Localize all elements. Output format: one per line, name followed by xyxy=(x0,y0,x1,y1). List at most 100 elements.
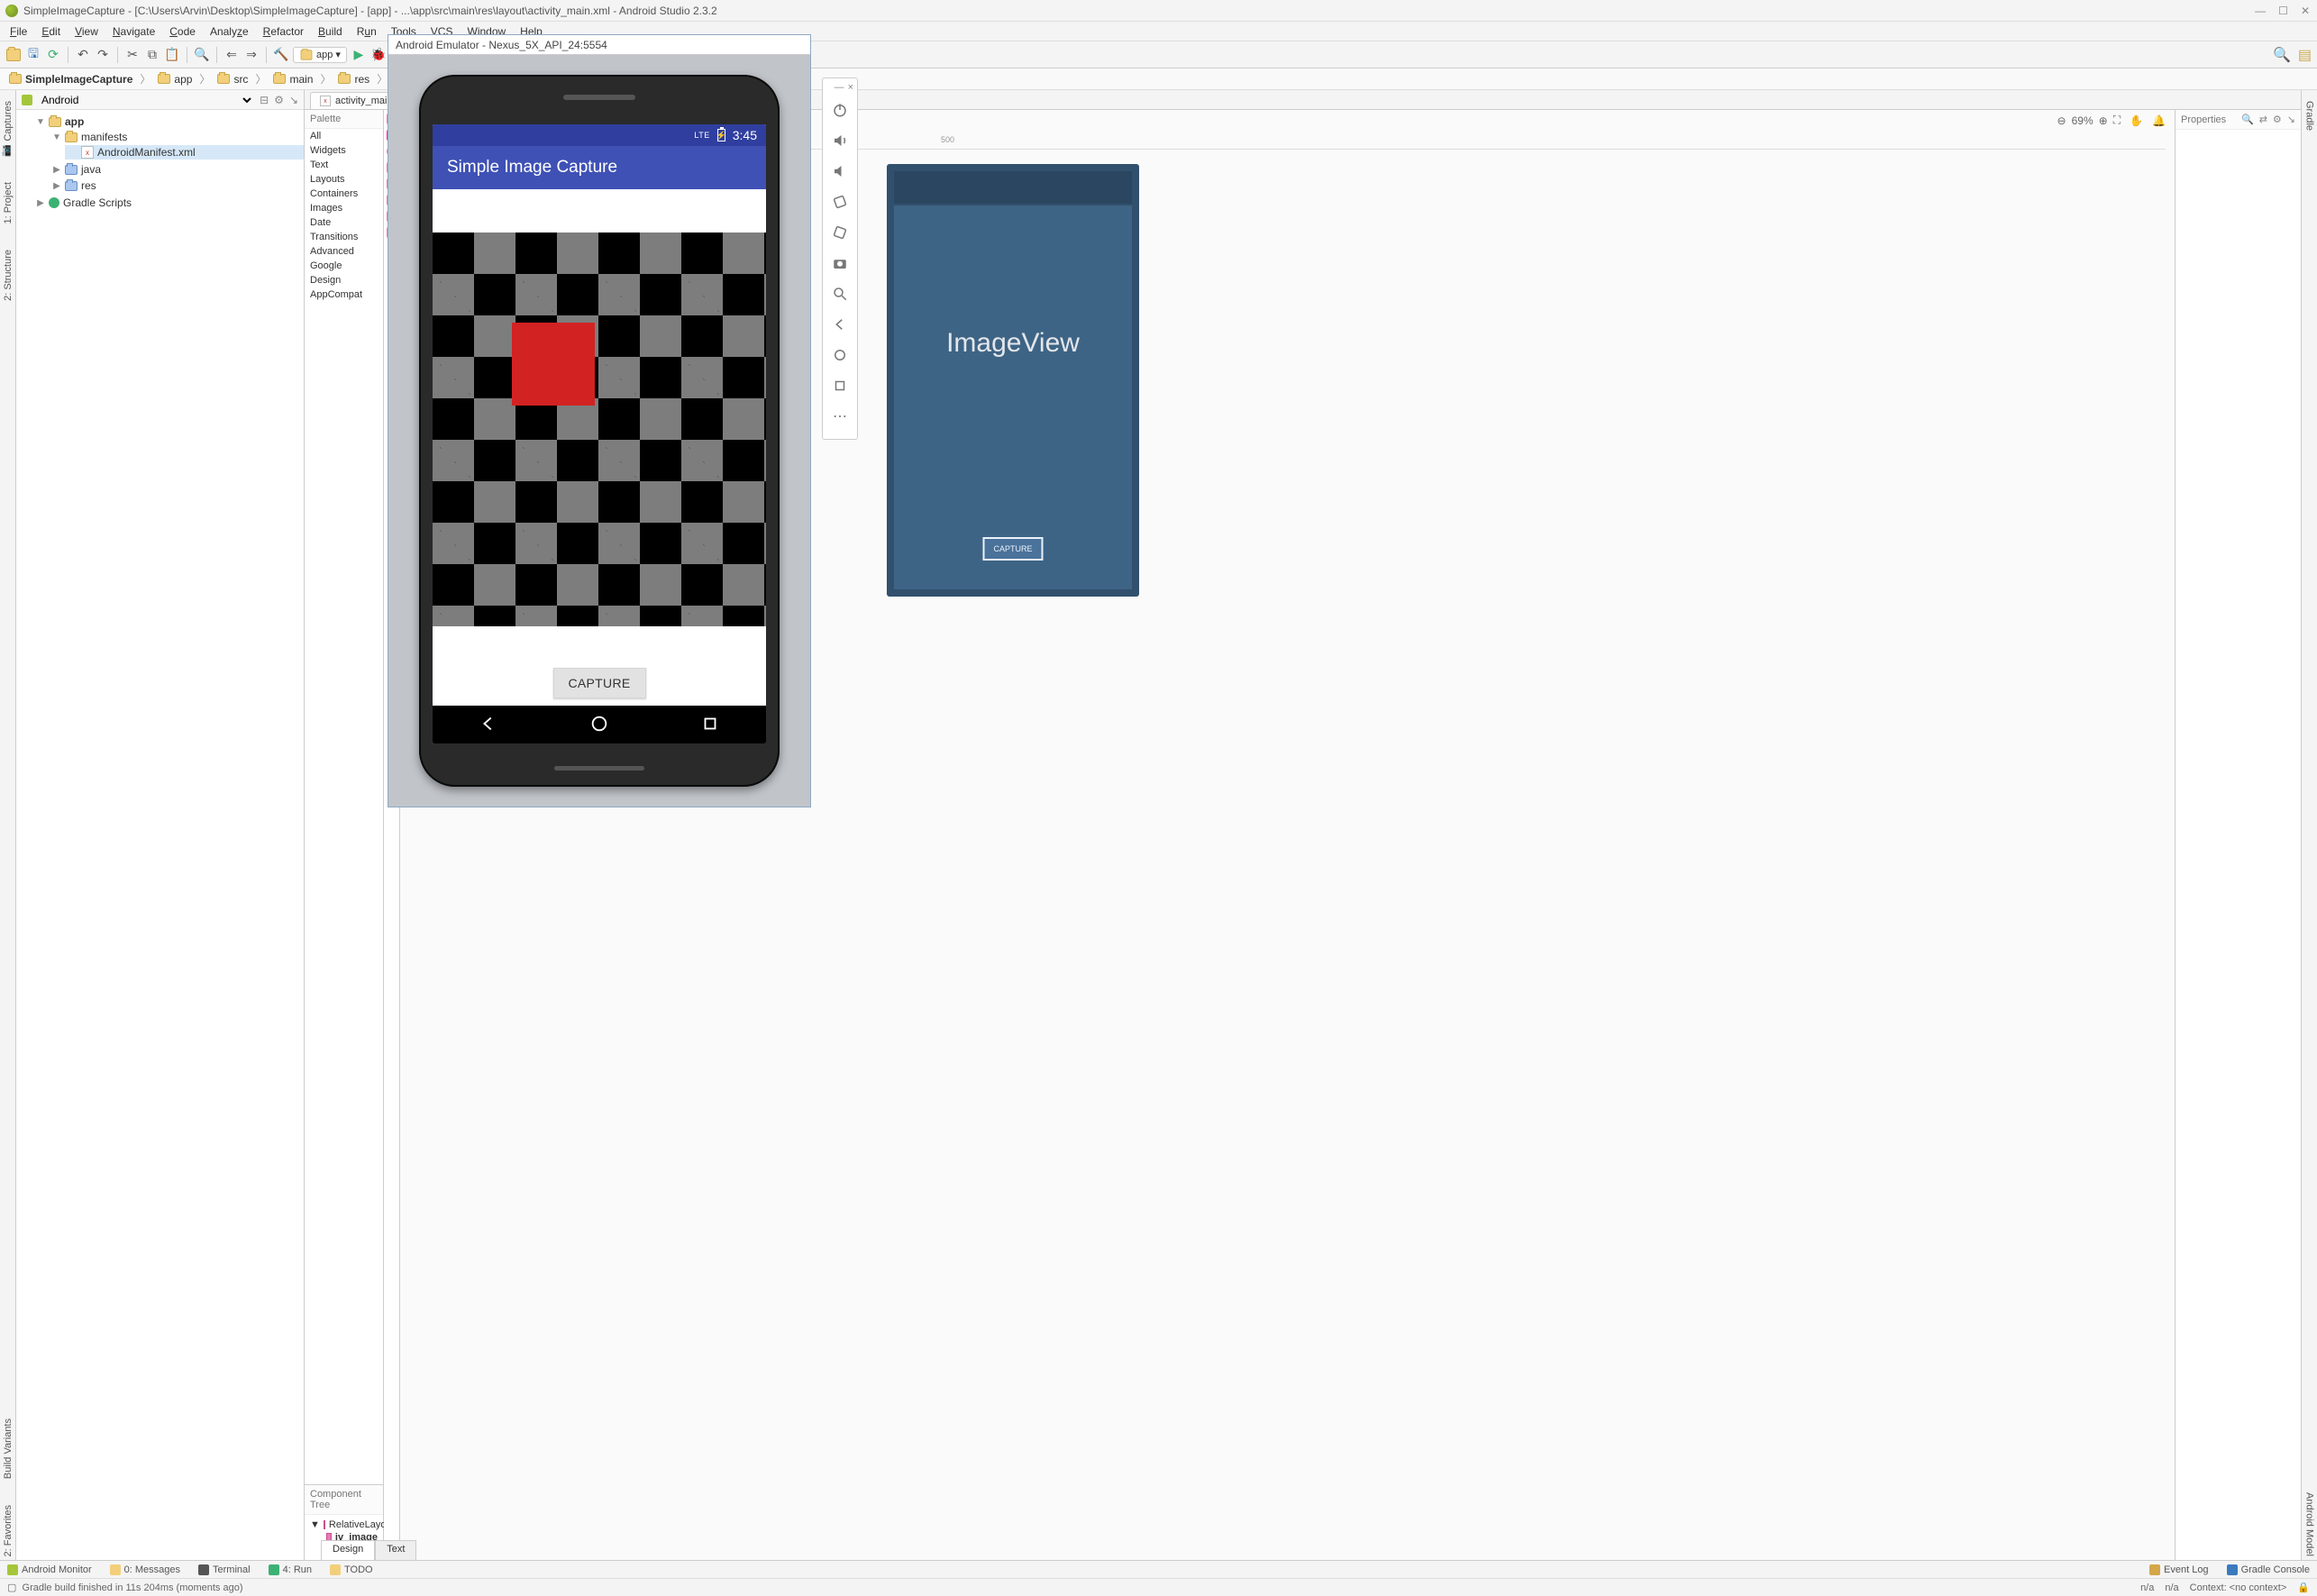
debug-icon[interactable]: 🐞 xyxy=(370,47,387,63)
crumb-main[interactable]: main xyxy=(269,72,316,87)
emu-rotate-right-icon[interactable] xyxy=(824,217,856,248)
project-view-selector[interactable]: Android xyxy=(38,93,254,107)
emu-home-icon[interactable] xyxy=(824,340,856,370)
palette-transitions[interactable]: Transitions xyxy=(305,230,383,244)
menu-file[interactable]: File xyxy=(4,23,33,40)
folder-java[interactable]: ▶java xyxy=(49,162,304,177)
emu-overview-icon[interactable] xyxy=(824,370,856,401)
tw-event-log[interactable]: Event Log xyxy=(2149,1564,2209,1575)
close-button[interactable]: ✕ xyxy=(2301,5,2310,17)
tab-design[interactable]: Design xyxy=(321,1540,375,1560)
zoom-fit-icon[interactable]: ⛶ xyxy=(2113,114,2121,127)
crumb-app[interactable]: app xyxy=(154,72,196,87)
palette-groups[interactable]: All Widgets Text Layouts Containers Imag… xyxy=(305,129,383,302)
copy-icon[interactable]: ⧉ xyxy=(144,47,160,63)
tw-run[interactable]: 4: Run xyxy=(269,1564,312,1575)
save-icon[interactable]: 🖫 xyxy=(25,47,41,63)
redo-icon[interactable]: ↷ xyxy=(95,47,111,63)
search-everywhere[interactable]: 🔍▤ xyxy=(2273,46,2312,64)
prop-settings-icon[interactable]: ⚙ xyxy=(2273,114,2282,125)
menu-view[interactable]: View xyxy=(68,23,105,40)
prop-hide-icon[interactable]: ↘ xyxy=(2287,114,2295,125)
emu-screenshot-icon[interactable] xyxy=(824,248,856,278)
crumb-res[interactable]: res xyxy=(334,72,373,87)
menu-analyze[interactable]: Analyze xyxy=(204,23,255,40)
notifications-icon[interactable]: 🔔 xyxy=(2152,114,2166,127)
tab-android-model[interactable]: Android Model xyxy=(2303,1489,2316,1560)
hide-icon[interactable]: ↘ xyxy=(289,94,298,106)
palette-google[interactable]: Google xyxy=(305,259,383,273)
tab-project[interactable]: 1: Project xyxy=(2,178,14,227)
menu-run[interactable]: Run xyxy=(351,23,383,40)
palette-containers[interactable]: Containers xyxy=(305,187,383,201)
nav-back-icon[interactable] xyxy=(479,714,498,736)
back-icon[interactable]: ⇐ xyxy=(223,47,240,63)
tab-structure[interactable]: 2: Structure xyxy=(2,246,14,305)
tab-build-variants[interactable]: Build Variants xyxy=(2,1415,14,1482)
tab-favorites[interactable]: 2: Favorites xyxy=(2,1501,14,1560)
emu-close[interactable]: × xyxy=(848,82,853,93)
tab-text[interactable]: Text xyxy=(375,1540,416,1560)
gradle-scripts[interactable]: ▶Gradle Scripts xyxy=(32,196,304,210)
make-icon[interactable]: 🔨 xyxy=(273,47,289,63)
palette-layouts[interactable]: Layouts xyxy=(305,172,383,187)
emu-rotate-left-icon[interactable] xyxy=(824,187,856,217)
palette-design[interactable]: Design xyxy=(305,273,383,287)
minimize-button[interactable]: — xyxy=(2255,5,2266,17)
prop-search-icon[interactable]: 🔍 xyxy=(2241,114,2254,125)
zoom-out-icon[interactable]: ⊖ xyxy=(2057,114,2066,127)
emu-more-icon[interactable]: ⋯ xyxy=(824,401,856,432)
emu-volume-down-icon[interactable] xyxy=(824,156,856,187)
tw-android-monitor[interactable]: Android Monitor xyxy=(7,1564,92,1575)
collapse-icon[interactable]: ⊟ xyxy=(260,94,269,106)
blueprint-capture-button[interactable]: CAPTURE xyxy=(982,537,1043,561)
paste-icon[interactable]: 📋 xyxy=(164,47,180,63)
status-tw-toggle[interactable]: ▢ xyxy=(7,1582,16,1593)
tab-gradle[interactable]: Gradle xyxy=(2303,97,2316,134)
tab-captures[interactable]: 📷Captures xyxy=(1,97,14,160)
project-tree[interactable]: ▼app ▼manifests xAndroidManifest.xml ▶ja… xyxy=(16,110,304,1560)
blueprint-preview[interactable]: ImageView CAPTURE xyxy=(887,164,1139,597)
emu-zoom-icon[interactable] xyxy=(824,278,856,309)
settings-icon[interactable]: ⚙ xyxy=(274,94,284,106)
undo-icon[interactable]: ↶ xyxy=(75,47,91,63)
palette-text[interactable]: Text xyxy=(305,158,383,172)
sync-icon[interactable]: ⟳ xyxy=(45,47,61,63)
phone-screen[interactable]: LTE ⚡ 3:45 Simple Image Capture CAPTURE xyxy=(433,124,766,743)
nav-overview-icon[interactable] xyxy=(700,714,720,736)
open-icon[interactable] xyxy=(5,47,22,63)
palette-advanced[interactable]: Advanced xyxy=(305,244,383,259)
menu-edit[interactable]: Edit xyxy=(35,23,67,40)
find-icon[interactable]: 🔍 xyxy=(194,47,210,63)
capture-button[interactable]: CAPTURE xyxy=(553,668,646,698)
emu-minimize[interactable]: — xyxy=(835,82,844,93)
tw-messages[interactable]: 0: Messages xyxy=(110,1564,180,1575)
menu-refactor[interactable]: Refactor xyxy=(257,23,310,40)
pan-icon[interactable]: ✋ xyxy=(2130,114,2143,127)
folder-res[interactable]: ▶res xyxy=(49,178,304,193)
tw-gradle-console[interactable]: Gradle Console xyxy=(2227,1564,2310,1575)
menu-navigate[interactable]: Navigate xyxy=(106,23,161,40)
emu-power-icon[interactable] xyxy=(824,95,856,125)
palette-all[interactable]: All xyxy=(305,129,383,143)
maximize-button[interactable]: ☐ xyxy=(2278,5,2288,17)
zoom-in-icon[interactable]: ⊕ xyxy=(2099,114,2108,127)
palette-widgets[interactable]: Widgets xyxy=(305,143,383,158)
status-lock-icon[interactable]: 🔒 xyxy=(2297,1582,2310,1593)
emu-back-icon[interactable] xyxy=(824,309,856,340)
palette-date[interactable]: Date xyxy=(305,215,383,230)
menu-build[interactable]: Build xyxy=(312,23,349,40)
tw-todo[interactable]: TODO xyxy=(330,1564,373,1575)
crumb-src[interactable]: src xyxy=(214,72,251,87)
run-icon[interactable]: ▶ xyxy=(351,47,367,63)
forward-icon[interactable]: ⇒ xyxy=(243,47,260,63)
palette-appcompat[interactable]: AppCompat xyxy=(305,287,383,302)
tw-terminal[interactable]: Terminal xyxy=(198,1564,251,1575)
file-androidmanifest[interactable]: xAndroidManifest.xml xyxy=(65,145,304,160)
palette-images[interactable]: Images xyxy=(305,201,383,215)
menu-code[interactable]: Code xyxy=(163,23,202,40)
prop-view-icon[interactable]: ⇄ xyxy=(2259,114,2267,125)
nav-home-icon[interactable] xyxy=(589,714,609,736)
run-config-selector[interactable]: app ▾ xyxy=(293,47,347,63)
emu-volume-up-icon[interactable] xyxy=(824,125,856,156)
